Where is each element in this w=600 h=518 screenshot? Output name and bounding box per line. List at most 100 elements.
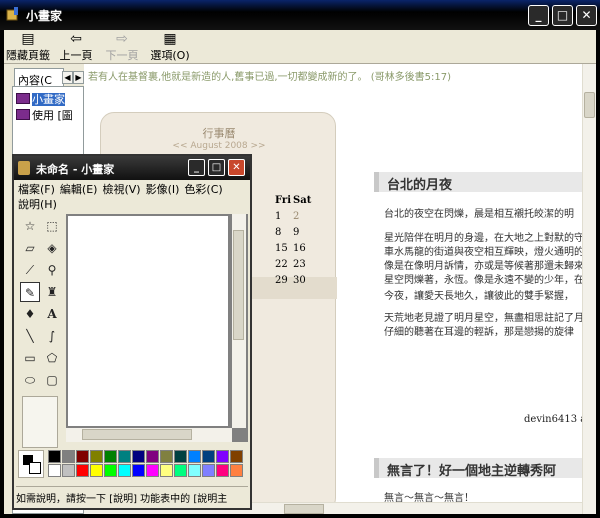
- pencil-icon[interactable]: ✎: [20, 282, 40, 302]
- color-swatch[interactable]: [132, 464, 145, 477]
- tab-contents[interactable]: 內容(C: [14, 68, 64, 86]
- color-swatch[interactable]: [76, 464, 89, 477]
- calendar-day[interactable]: 15: [275, 243, 293, 254]
- rounded-rect-icon[interactable]: ▢: [42, 370, 62, 390]
- content-vertical-scrollbar[interactable]: [582, 64, 596, 514]
- color-swatch[interactable]: [160, 450, 173, 463]
- magnifier-icon[interactable]: ⚲: [42, 260, 62, 280]
- color-swatch[interactable]: [104, 450, 117, 463]
- calendar-day[interactable]: 23: [293, 259, 311, 270]
- tab-left-arrow-icon[interactable]: ◀: [62, 71, 73, 84]
- close-button[interactable]: ✕: [576, 5, 597, 26]
- post-line: 星空閃爍著，永恆。像是永遠不變的少年，在: [384, 275, 582, 286]
- paint-toolbox: ☆ ⬚ ▱ ◈ ⟋ ⚲ ✎ ♜ ♦ A ╲ ∫ ▭ ⬠ ⬭ ▢: [16, 216, 64, 448]
- menu-edit[interactable]: 編輯(E): [60, 183, 98, 196]
- menu-view[interactable]: 檢視(V): [102, 183, 140, 196]
- scroll-thumb[interactable]: [284, 504, 324, 514]
- hide-tabs-button[interactable]: ▤ 隱藏頁籤: [4, 31, 52, 63]
- paint-minimize-button[interactable]: _: [188, 159, 205, 176]
- forward-button[interactable]: ⇨ 下一頁: [104, 31, 140, 63]
- color-swatch[interactable]: [48, 450, 61, 463]
- color-swatch[interactable]: [62, 464, 75, 477]
- rectangle-icon[interactable]: ▭: [20, 348, 40, 368]
- fill-bucket-icon[interactable]: ◈: [42, 238, 62, 258]
- calendar-day[interactable]: 30: [293, 275, 311, 286]
- color-swatch[interactable]: [160, 464, 173, 477]
- back-label: 上一頁: [59, 49, 93, 62]
- tree-item-using[interactable]: 使用 [圖: [16, 107, 73, 122]
- color-swatch[interactable]: [90, 464, 103, 477]
- color-swatch[interactable]: [62, 450, 75, 463]
- airbrush-icon[interactable]: ♦: [20, 304, 40, 324]
- menu-image[interactable]: 影像(I): [146, 183, 180, 196]
- color-swatch[interactable]: [146, 450, 159, 463]
- color-swatch[interactable]: [48, 464, 61, 477]
- menu-file[interactable]: 檔案(F): [18, 183, 55, 196]
- line-icon[interactable]: ╲: [20, 326, 40, 346]
- color-swatch[interactable]: [202, 450, 215, 463]
- calendar-day[interactable]: 16: [293, 243, 311, 254]
- tree-item-paint[interactable]: 小畫家: [16, 91, 65, 106]
- post-signature[interactable]: devin6413 at 無: [524, 410, 582, 425]
- paint-menu-bar: 檔案(F) 編輯(E) 檢視(V) 影像(I) 色彩(C) 說明(H): [18, 182, 248, 212]
- tab-right-arrow-icon[interactable]: ▶: [73, 71, 84, 84]
- polygon-icon[interactable]: ⬠: [42, 348, 62, 368]
- scroll-thumb[interactable]: [233, 230, 244, 340]
- color-swatch[interactable]: [132, 450, 145, 463]
- paint-close-button[interactable]: ✕: [228, 159, 245, 176]
- color-swatch[interactable]: [216, 450, 229, 463]
- canvas-area: [66, 214, 248, 442]
- curve-icon[interactable]: ∫: [42, 326, 62, 346]
- canvas-horizontal-scrollbar[interactable]: [66, 428, 232, 442]
- color-swatch[interactable]: [104, 464, 117, 477]
- calendar-day[interactable]: 2: [293, 211, 311, 222]
- calendar-day[interactable]: 22: [275, 259, 293, 270]
- options-button[interactable]: ▦ 選項(O): [150, 31, 190, 63]
- post-line: 星光陪伴在明月的身邊，在大地之上對默的守: [384, 233, 582, 244]
- maximize-button[interactable]: □: [552, 5, 573, 26]
- rect-select-icon[interactable]: ⬚: [42, 216, 62, 236]
- color-swatch[interactable]: [230, 464, 243, 477]
- back-arrow-icon: ⇦: [70, 31, 82, 47]
- color-swatch[interactable]: [118, 450, 131, 463]
- scroll-thumb[interactable]: [82, 429, 192, 440]
- ellipse-icon[interactable]: ⬭: [20, 370, 40, 390]
- color-swatch[interactable]: [146, 464, 159, 477]
- color-swatch[interactable]: [188, 450, 201, 463]
- tool-options-box[interactable]: [22, 396, 58, 448]
- canvas-vertical-scrollbar[interactable]: [232, 214, 246, 428]
- calendar-day[interactable]: 9: [293, 227, 311, 238]
- post-title[interactable]: 無言了！好一個地主逆轉秀阿: [374, 458, 582, 478]
- color-swatch[interactable]: [76, 450, 89, 463]
- minimize-button[interactable]: _: [528, 5, 549, 26]
- color-swatch[interactable]: [230, 450, 243, 463]
- menu-colors[interactable]: 色彩(C): [184, 183, 222, 196]
- color-swatch[interactable]: [188, 464, 201, 477]
- color-swatch[interactable]: [174, 464, 187, 477]
- text-icon[interactable]: A: [42, 304, 62, 324]
- brush-icon[interactable]: ♜: [42, 282, 62, 302]
- color-swatch[interactable]: [118, 464, 131, 477]
- post-title[interactable]: 台北的月夜: [374, 172, 582, 192]
- back-button[interactable]: ⇦ 上一頁: [58, 31, 94, 63]
- color-swatch[interactable]: [90, 450, 103, 463]
- color-swatch[interactable]: [216, 464, 229, 477]
- color-swatch[interactable]: [174, 450, 187, 463]
- calendar-month-nav[interactable]: << August 2008 >>: [101, 141, 337, 151]
- calendar-day[interactable]: 8: [275, 227, 293, 238]
- calendar-day[interactable]: 29: [275, 275, 293, 286]
- paint-maximize-button[interactable]: □: [208, 159, 225, 176]
- menu-help[interactable]: 說明(H): [18, 198, 57, 211]
- paint-status-bar: 如需說明，請按一下 [說明] 功能表中的 [說明主: [16, 486, 248, 506]
- color-picker-icon[interactable]: ⟋: [20, 260, 40, 280]
- calendar-header-sat: Sat: [293, 195, 312, 206]
- color-swatch[interactable]: [202, 464, 215, 477]
- eraser-icon[interactable]: ▱: [20, 238, 40, 258]
- tab-scroll-arrows: ◀ ▶: [62, 70, 86, 84]
- paint-window-title: 未命名 - 小畫家: [36, 163, 115, 176]
- free-select-icon[interactable]: ☆: [20, 216, 40, 236]
- drawing-canvas[interactable]: [68, 216, 228, 426]
- calendar-day[interactable]: 1: [275, 211, 293, 222]
- post-paragraph: 台北的夜空在閃爍，晨是相互襯托皎潔的明: [384, 209, 574, 220]
- scroll-thumb[interactable]: [584, 92, 595, 118]
